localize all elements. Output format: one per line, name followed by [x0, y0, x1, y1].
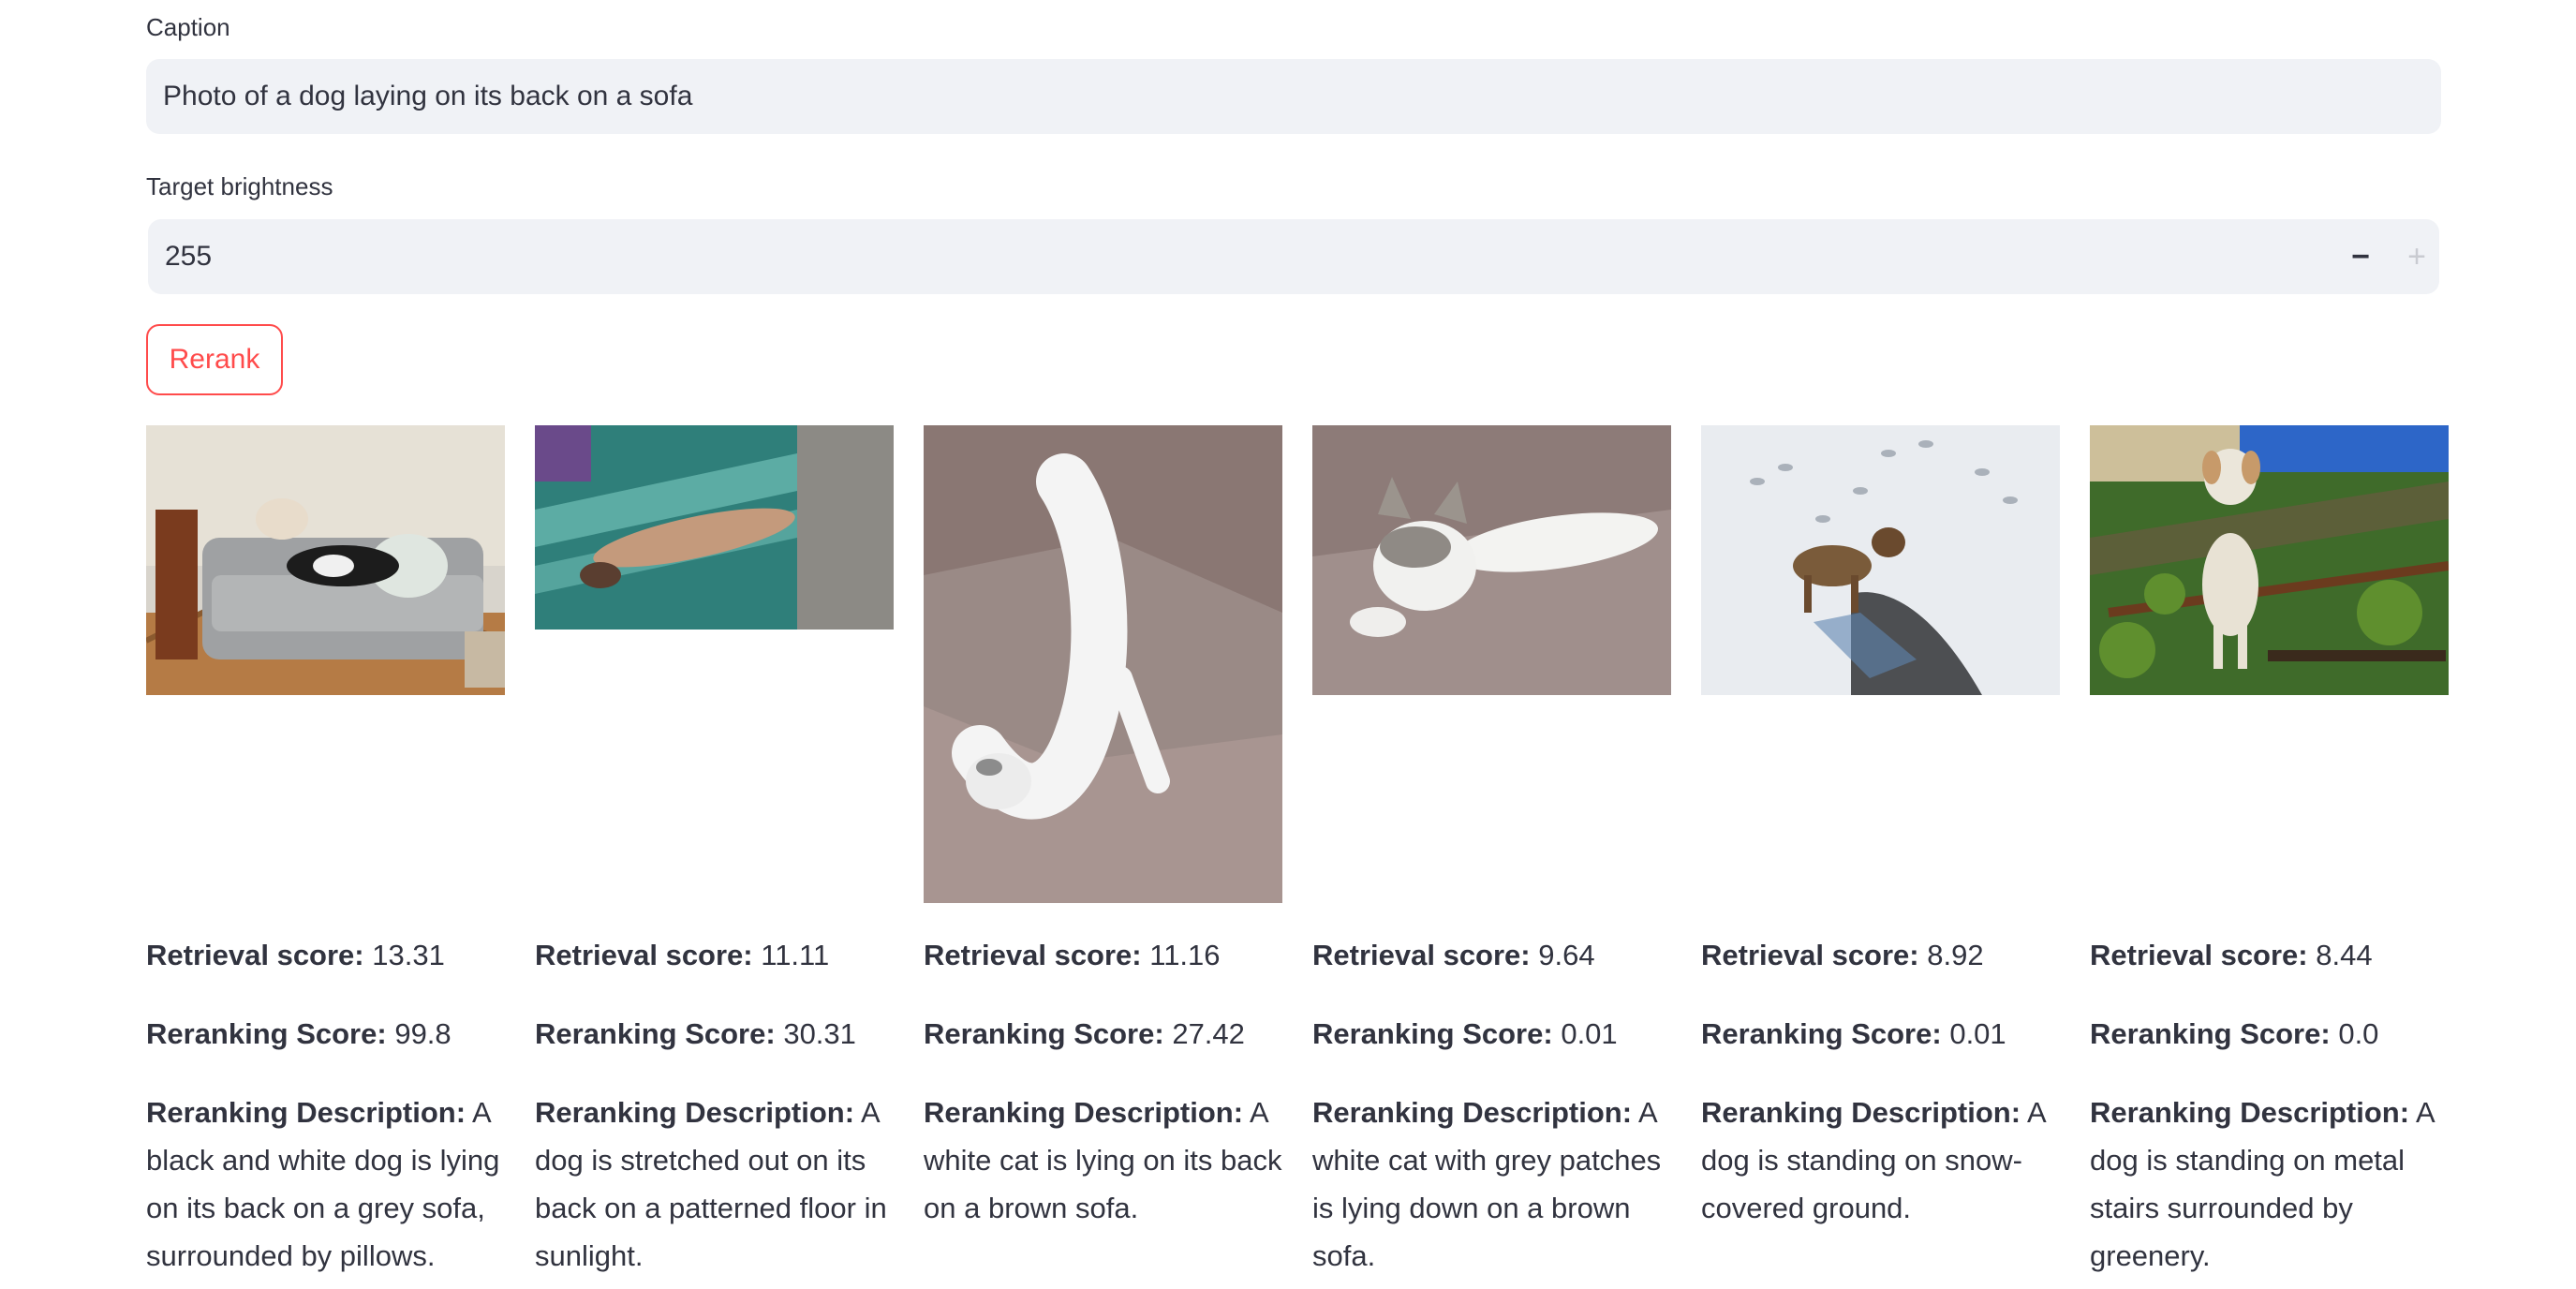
dog-on-floor-photo [535, 425, 894, 630]
reranking-description: Reranking Description: A white cat with … [1312, 1089, 1671, 1280]
retrieval-score-value: 11.16 [1149, 939, 1221, 971]
retrieval-score-label: Retrieval score: [924, 939, 1142, 971]
retrieval-score-label: Retrieval score: [1312, 939, 1531, 971]
reranking-score: Reranking Score: 30.31 [535, 1010, 894, 1058]
increment-button[interactable]: + [2387, 219, 2447, 294]
reranking-score-value: 99.8 [394, 1017, 452, 1050]
retrieval-score-value: 13.31 [372, 939, 445, 971]
dog-on-stairs-photo [2090, 425, 2449, 695]
reranking-description: Reranking Description: A dog is standing… [2090, 1089, 2449, 1280]
reranking-description: Reranking Description: A black and white… [146, 1089, 505, 1280]
rerank-button[interactable]: Rerank [146, 324, 283, 395]
cat-on-sofa-photo [924, 425, 1282, 903]
reranking-score-label: Reranking Score: [924, 1017, 1164, 1050]
decrement-button[interactable]: − [2331, 219, 2391, 294]
kitten-on-sofa-photo [1312, 425, 1671, 695]
result-card: Retrieval score: 11.11 Reranking Score: … [535, 425, 894, 1272]
retrieval-score: Retrieval score: 9.64 [1312, 931, 1671, 979]
retrieval-score-label: Retrieval score: [2090, 939, 2308, 971]
reranking-description-label: Reranking Description: [924, 1096, 1244, 1129]
reranking-description-label: Reranking Description: [535, 1096, 855, 1129]
reranking-score: Reranking Score: 27.42 [924, 1010, 1282, 1058]
reranking-description: Reranking Description: A white cat is ly… [924, 1089, 1282, 1232]
brightness-number-input[interactable]: 255 − + [148, 219, 2439, 294]
retrieval-score: Retrieval score: 8.92 [1701, 931, 2060, 979]
caption-input[interactable]: Photo of a dog laying on its back on a s… [146, 59, 2441, 134]
caption-label: Caption [146, 13, 230, 41]
reranking-score-value: 0.0 [2338, 1017, 2379, 1050]
reranking-score-label: Reranking Score: [2090, 1017, 2331, 1050]
retrieval-score-value: 11.11 [761, 939, 830, 971]
result-card: Retrieval score: 13.31 Reranking Score: … [146, 425, 505, 1272]
result-card: Retrieval score: 8.92 Reranking Score: 0… [1701, 425, 2060, 1224]
reranking-score: Reranking Score: 0.01 [1701, 1010, 2060, 1058]
reranking-score: Reranking Score: 0.0 [2090, 1010, 2449, 1058]
dog-in-snow-photo [1701, 425, 2060, 695]
retrieval-score: Retrieval score: 13.31 [146, 931, 505, 979]
result-card: Retrieval score: 8.44 Reranking Score: 0… [2090, 425, 2449, 1272]
reranking-score: Reranking Score: 99.8 [146, 1010, 505, 1058]
reranking-score-label: Reranking Score: [1701, 1017, 1942, 1050]
reranking-description-label: Reranking Description: [2090, 1096, 2410, 1129]
reranking-score-value: 30.31 [783, 1017, 856, 1050]
retrieval-score-value: 8.44 [2316, 939, 2373, 971]
retrieval-score: Retrieval score: 11.16 [924, 931, 1282, 979]
brightness-label: Target brightness [146, 172, 333, 200]
reranking-score-label: Reranking Score: [146, 1017, 387, 1050]
reranking-score-label: Reranking Score: [1312, 1017, 1553, 1050]
retrieval-score-value: 9.64 [1538, 939, 1595, 971]
retrieval-score-label: Retrieval score: [1701, 939, 1919, 971]
reranking-score-value: 0.01 [1561, 1017, 1618, 1050]
reranking-score-value: 27.42 [1172, 1017, 1245, 1050]
result-card: Retrieval score: 11.16 Reranking Score: … [924, 425, 1282, 1224]
reranking-score-label: Reranking Score: [535, 1017, 776, 1050]
retrieval-score-value: 8.92 [1927, 939, 1984, 971]
reranking-score-value: 0.01 [1949, 1017, 2006, 1050]
brightness-value[interactable]: 255 [165, 241, 212, 273]
reranking-description-label: Reranking Description: [146, 1096, 466, 1129]
reranking-description-label: Reranking Description: [1312, 1096, 1633, 1129]
retrieval-score-label: Retrieval score: [146, 939, 364, 971]
reranking-description: Reranking Description: A dog is stretche… [535, 1089, 894, 1280]
dog-on-sofa-photo [146, 425, 505, 695]
reranking-description-label: Reranking Description: [1701, 1096, 2021, 1129]
retrieval-score-label: Retrieval score: [535, 939, 753, 971]
reranking-score: Reranking Score: 0.01 [1312, 1010, 1671, 1058]
reranking-description: Reranking Description: A dog is standing… [1701, 1089, 2060, 1232]
result-card: Retrieval score: 9.64 Reranking Score: 0… [1312, 425, 1671, 1272]
retrieval-score: Retrieval score: 11.11 [535, 931, 894, 979]
retrieval-score: Retrieval score: 8.44 [2090, 931, 2449, 979]
